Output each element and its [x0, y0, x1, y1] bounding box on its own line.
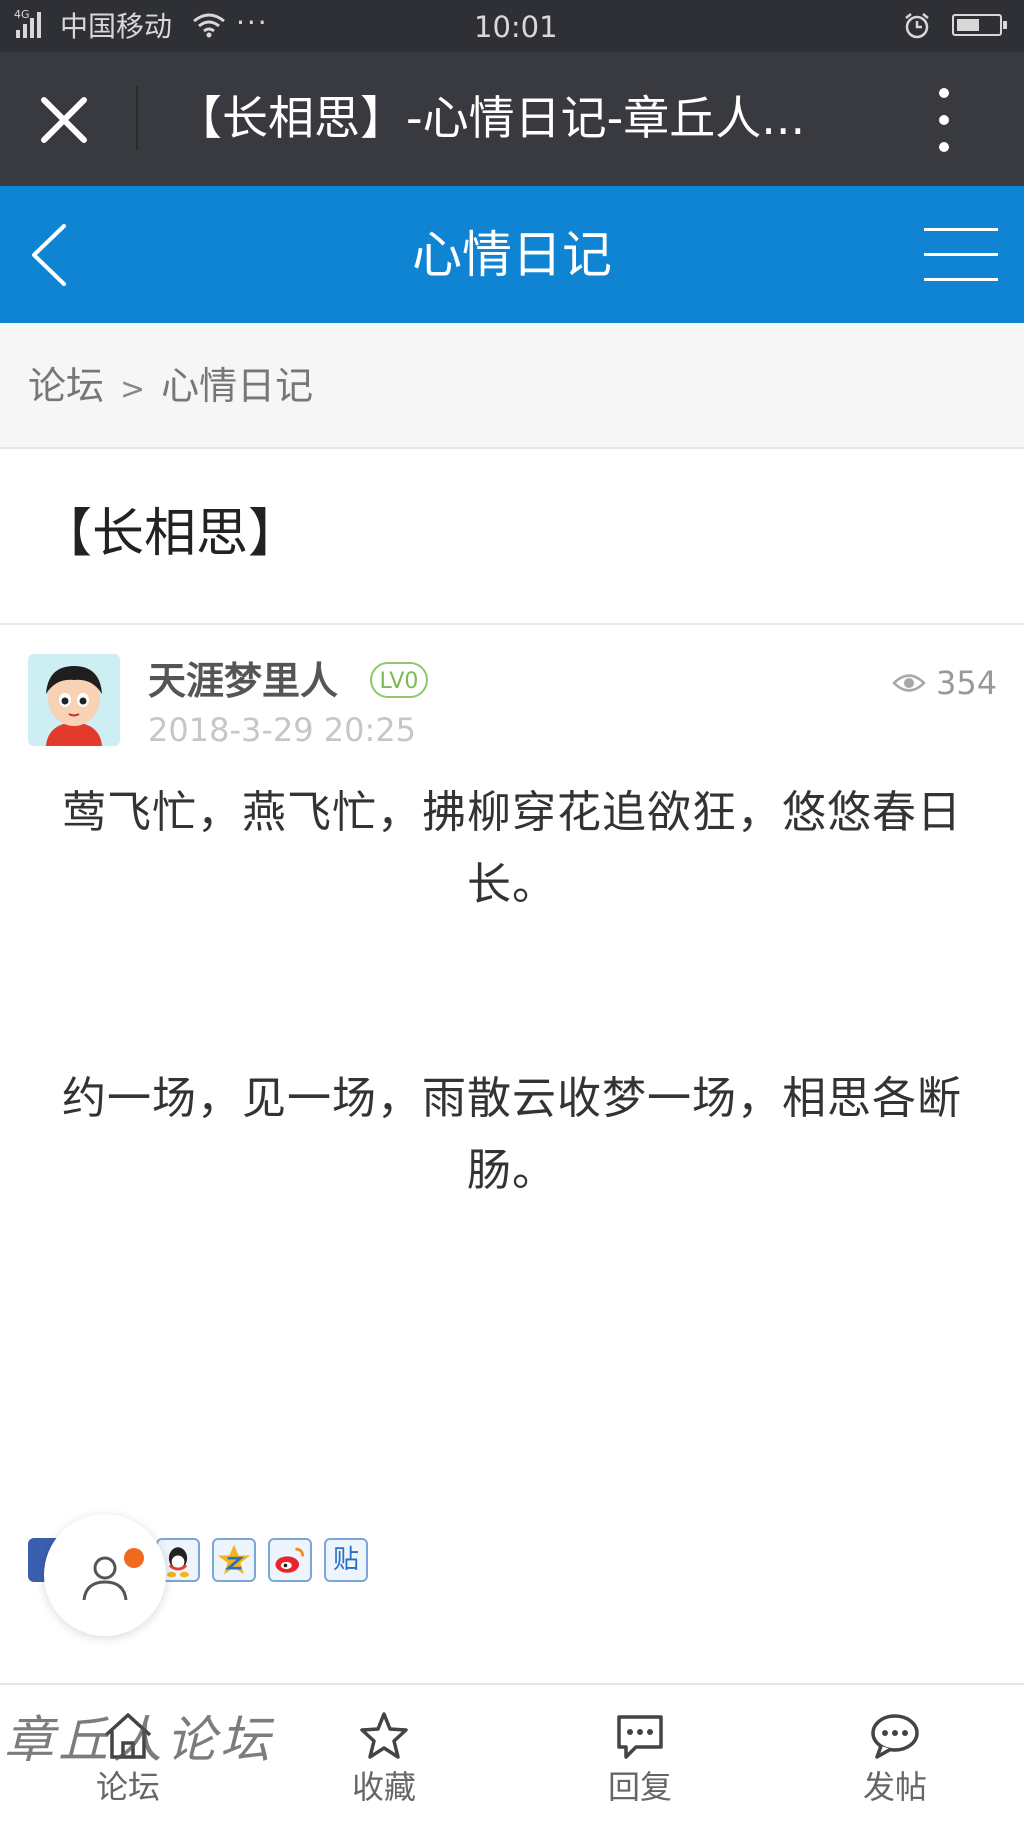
breadcrumb: 论坛 > 心情日记: [0, 323, 1024, 449]
signal-icon: [16, 12, 41, 38]
menu-icon[interactable]: [924, 226, 998, 284]
author-name[interactable]: 天涯梦里人: [148, 656, 338, 706]
wifi-icon: [193, 13, 225, 38]
breadcrumb-current[interactable]: 心情日记: [161, 364, 313, 408]
view-count: 354: [892, 660, 1000, 706]
reply-bubble-icon: [617, 1715, 663, 1759]
notification-dot: [124, 1548, 144, 1568]
qzone-star-icon[interactable]: [212, 1538, 256, 1582]
tab-new-post[interactable]: 发帖: [815, 1685, 975, 1821]
forum-header: 心情日记: [0, 186, 1024, 323]
tab-favorite-label: 收藏: [351, 1768, 416, 1806]
battery-icon: [952, 14, 1007, 36]
breadcrumb-separator: >: [120, 372, 146, 407]
tab-new-post-label: 发帖: [862, 1768, 927, 1806]
chat-bubble-icon: [871, 1714, 919, 1759]
post-paragraph: 约一场，见一场，雨散云收梦一场，相思各断肠。: [62, 1073, 962, 1196]
view-count-value: 354: [936, 664, 998, 702]
close-icon[interactable]: [36, 92, 92, 148]
tab-favorite[interactable]: 收藏: [304, 1685, 464, 1821]
tieba-icon[interactable]: 贴: [324, 1538, 368, 1582]
tab-forum-label: 论坛: [95, 1768, 160, 1806]
more-options-icon[interactable]: [930, 88, 958, 152]
divider: [136, 86, 138, 150]
more-status-dots: ···: [236, 6, 269, 39]
status-bar: 4G 中国移动 ··· 10:01: [0, 0, 1024, 52]
user-center-button[interactable]: [44, 1514, 166, 1636]
star-icon: [360, 1712, 408, 1759]
post-time: 2018-3-29 20:25: [148, 711, 416, 749]
avatar-cartoon-icon: [28, 654, 120, 746]
post-paragraph: 莺飞忙，燕飞忙，拂柳穿花追欲狂，悠悠春日长。: [62, 787, 962, 910]
level-badge: LV0: [370, 662, 428, 698]
carrier-name: 中国移动: [60, 10, 173, 43]
page-title: 【长相思】-心情日记-章丘人...: [176, 91, 806, 145]
weibo-icon[interactable]: [268, 1538, 312, 1582]
browser-title-bar: 【长相思】-心情日记-章丘人...: [0, 52, 1024, 186]
status-time: 10:01: [474, 10, 558, 44]
eye-icon: [892, 674, 926, 692]
post-title-area: 【长相思】: [0, 449, 1024, 625]
tab-reply-label: 回复: [607, 1768, 672, 1806]
breadcrumb-forum-link[interactable]: 论坛: [28, 364, 104, 408]
section-title: 心情日记: [412, 226, 612, 284]
alarm-icon: [905, 13, 929, 39]
site-watermark: 章丘人论坛: [4, 1711, 274, 1769]
post-title: 【长相思】: [40, 504, 301, 564]
tab-reply[interactable]: 回复: [560, 1685, 720, 1821]
avatar[interactable]: [28, 654, 120, 746]
